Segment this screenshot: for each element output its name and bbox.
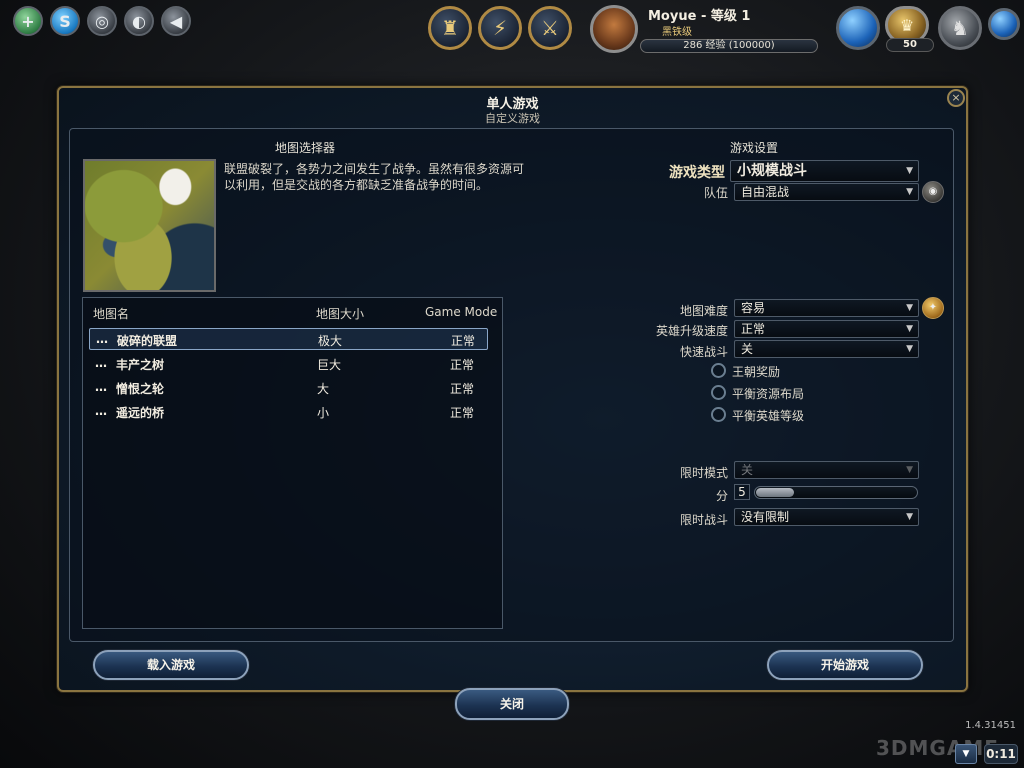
map-selector-title: 地图选择器	[275, 141, 336, 155]
chevron-down-icon: ▼	[906, 303, 913, 313]
hero-level-speed-dropdown[interactable]: 正常 ▼	[734, 320, 919, 338]
dynasty-bonus-label: 王朝奖励	[732, 365, 781, 379]
add-friend-icon[interactable]: +	[13, 6, 43, 36]
battle-time-label: 限时战斗	[679, 513, 728, 527]
row-dots: …	[95, 380, 107, 394]
chevron-down-icon: ▼	[906, 512, 913, 522]
map-row[interactable]: … 破碎的联盟 极大 正常	[89, 328, 488, 350]
balance-resources-label: 平衡资源布局	[732, 387, 805, 401]
time-mode-dropdown[interactable]: 关 ▼	[734, 461, 919, 479]
timer: 0:11	[984, 744, 1018, 764]
team-value: 自由混战	[741, 185, 790, 199]
difficulty-dropdown[interactable]: 容易 ▼	[734, 299, 919, 317]
chevron-down-icon[interactable]: ▼	[955, 744, 977, 764]
battle-time-dropdown[interactable]: 没有限制 ▼	[734, 508, 919, 526]
team-label: 队伍	[703, 186, 728, 200]
battle-icon[interactable]: ⚡	[478, 6, 522, 50]
friends-icon[interactable]: ◎	[87, 6, 117, 36]
difficulty-label: 地图难度	[679, 304, 728, 318]
game-type-value: 小规模战斗	[737, 163, 807, 179]
start-game-button[interactable]: 开始游戏	[767, 650, 923, 680]
column-header-name: 地图名	[93, 307, 130, 321]
hero-level-speed-value: 正常	[741, 322, 766, 336]
map-name: 丰产之树	[116, 358, 165, 372]
globe-icon[interactable]	[836, 6, 880, 50]
row-dots: …	[96, 332, 108, 346]
time-mode-label: 限时模式	[679, 466, 728, 480]
balance-hero-level-checkbox[interactable]	[711, 407, 726, 422]
team-dropdown[interactable]: 自由混战 ▼	[734, 183, 919, 201]
column-header-size: 地图大小	[316, 307, 365, 321]
game-type-label: 游戏类型	[669, 165, 725, 181]
map-size: 小	[317, 406, 330, 420]
dialog-content: 地图选择器 联盟破裂了，各势力之间发生了战争。虽然有很多资源可以利用，但是交战的…	[69, 128, 954, 642]
orb-icon[interactable]	[988, 8, 1020, 40]
load-game-button[interactable]: 载入游戏	[93, 650, 249, 680]
single-player-dialog: 单人游戏 自定义游戏 × 地图选择器 联盟破裂了，各势力之间发生了战争。虽然有很…	[57, 86, 968, 692]
chat-icon[interactable]: ◐	[124, 6, 154, 36]
player-avatar[interactable]	[590, 5, 638, 53]
row-dots: …	[95, 356, 107, 370]
map-list: 地图名 地图大小 Game Mode … 破碎的联盟 极大 正常 … 丰产之树 …	[82, 297, 503, 629]
top-bar: + S ◎ ◐ ◀ ♜ ⚡ ⚔ Moyue - 等级 1 黑铁级 286 经验 …	[0, 0, 1024, 60]
map-mode: 正常	[450, 382, 475, 396]
map-size: 巨大	[317, 358, 342, 372]
chevron-down-icon: ▼	[906, 324, 913, 334]
quick-battle-value: 关	[741, 342, 754, 356]
player-name: Moyue - 等级 1	[648, 9, 751, 24]
map-mode: 正常	[450, 358, 475, 372]
chevron-down-icon: ▼	[906, 465, 913, 475]
watermark: 3DMGAME	[876, 736, 999, 760]
team-settings-button[interactable]: ◉	[922, 181, 944, 203]
time-mode-value: 关	[741, 463, 754, 477]
map-preview	[83, 159, 216, 292]
map-name: 遥远的桥	[116, 406, 165, 420]
map-row[interactable]: … 遥远的桥 小 正常	[89, 401, 488, 423]
minutes-value: 5	[734, 484, 750, 500]
map-mode: 正常	[451, 334, 476, 348]
column-header-mode: Game Mode	[425, 305, 498, 319]
chevron-down-icon: ▼	[906, 166, 913, 176]
game-settings-title: 游戏设置	[730, 141, 779, 155]
difficulty-settings-button[interactable]: ✦	[922, 297, 944, 319]
minutes-slider[interactable]	[754, 486, 918, 499]
dynasty-bonus-checkbox[interactable]	[711, 363, 726, 378]
skype-icon[interactable]: S	[50, 6, 80, 36]
hero-level-speed-label: 英雄升级速度	[655, 324, 728, 338]
gold-count: 50	[886, 38, 934, 52]
row-dots: …	[95, 404, 107, 418]
close-button[interactable]: 关闭	[455, 688, 569, 720]
map-description: 联盟破裂了，各势力之间发生了战争。虽然有很多资源可以利用，但是交战的各方都缺乏准…	[224, 162, 525, 192]
close-icon[interactable]: ×	[947, 89, 965, 107]
minutes-label: 分	[715, 489, 728, 503]
minutes-slider-fill	[756, 488, 794, 497]
balance-hero-level-label: 平衡英雄等级	[732, 409, 805, 423]
version-label: 1.4.31451	[965, 720, 1016, 731]
quick-battle-dropdown[interactable]: 关 ▼	[734, 340, 919, 358]
quick-battle-label: 快速战斗	[679, 345, 728, 359]
map-row[interactable]: … 憎恨之轮 大 正常	[89, 377, 488, 399]
chevron-down-icon: ▼	[906, 344, 913, 354]
balance-resources-checkbox[interactable]	[711, 385, 726, 400]
megaphone-icon[interactable]: ◀	[161, 6, 191, 36]
rank-label: 黑铁级	[662, 27, 692, 38]
map-mode: 正常	[450, 406, 475, 420]
difficulty-value: 容易	[741, 301, 766, 315]
crossed-swords-icon[interactable]: ⚔	[528, 6, 572, 50]
chevron-down-icon: ▼	[906, 187, 913, 197]
hero-portrait-icon[interactable]: ♜	[428, 6, 472, 50]
map-row[interactable]: … 丰产之树 巨大 正常	[89, 353, 488, 375]
map-size: 大	[317, 382, 330, 396]
map-name: 憎恨之轮	[116, 382, 165, 396]
xp-bar: 286 经验 (100000)	[640, 39, 818, 53]
map-name: 破碎的联盟	[117, 334, 178, 348]
dragon-icon[interactable]: ♞	[938, 6, 982, 50]
dialog-subtitle: 自定义游戏	[485, 112, 540, 125]
game-type-dropdown[interactable]: 小规模战斗 ▼	[730, 160, 919, 182]
map-size: 极大	[318, 334, 343, 348]
battle-time-value: 没有限制	[741, 510, 790, 524]
